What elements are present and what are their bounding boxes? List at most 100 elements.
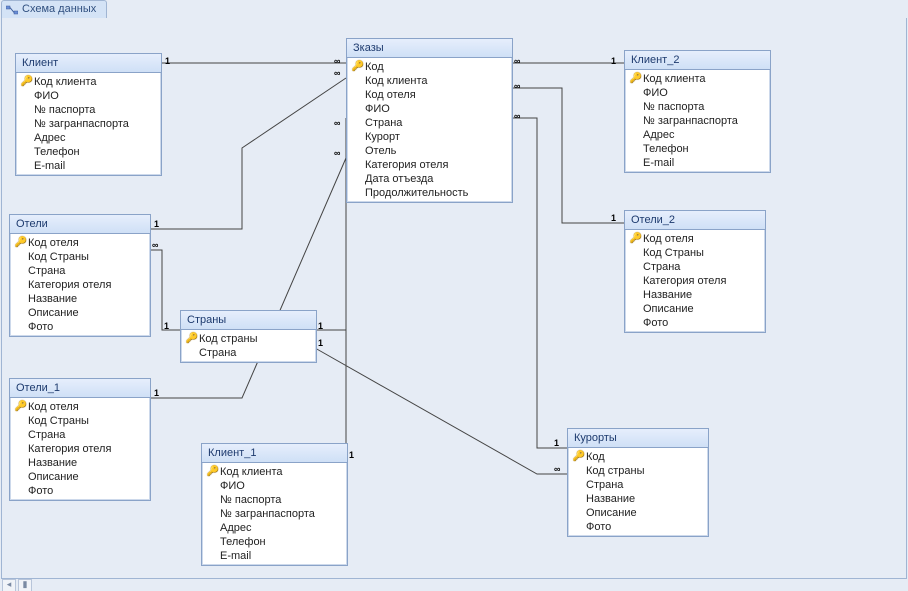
field-row[interactable]: Название — [10, 456, 150, 470]
field-row[interactable]: Адрес — [625, 128, 770, 142]
field-name: Код клиента — [34, 75, 157, 89]
relationships-icon — [6, 4, 18, 16]
field-row[interactable]: Категория отеля — [625, 274, 765, 288]
table-zakazy[interactable]: Зказы 🔑КодКод клиентаКод отеляФИОСтранаКу… — [346, 38, 513, 203]
field-row[interactable]: E-mail — [16, 159, 161, 173]
field-row[interactable]: ФИО — [16, 89, 161, 103]
table-klient2[interactable]: Клиент_2 🔑Код клиентаФИО№ паспорта№ загра… — [624, 50, 771, 173]
field-row[interactable]: Название — [10, 292, 150, 306]
field-row[interactable]: Название — [625, 288, 765, 302]
field-row[interactable]: Категория отеля — [347, 158, 512, 172]
field-row[interactable]: № загранпаспорта — [202, 507, 347, 521]
field-row[interactable]: 🔑Код отеля — [625, 232, 765, 246]
field-name: Фото — [586, 520, 704, 534]
horizontal-scroll-stub: ◂ ▮ — [2, 580, 32, 591]
field-row[interactable]: ФИО — [625, 86, 770, 100]
table-klient[interactable]: Клиент 🔑Код клиентаФИО№ паспорта№ загранп… — [15, 53, 162, 176]
field-row[interactable]: № паспорта — [202, 493, 347, 507]
window-tab[interactable]: Схема данных — [1, 0, 107, 19]
field-row[interactable]: Название — [568, 492, 708, 506]
field-name: Курорт — [365, 130, 508, 144]
field-row[interactable]: 🔑Код клиента — [202, 465, 347, 479]
field-row[interactable]: 🔑Код отеля — [10, 236, 150, 250]
field-row[interactable]: № паспорта — [16, 103, 161, 117]
field-row[interactable]: Фото — [625, 316, 765, 330]
field-row[interactable]: Отель — [347, 144, 512, 158]
field-row[interactable]: Адрес — [16, 131, 161, 145]
field-row[interactable]: 🔑Код клиента — [625, 72, 770, 86]
field-row[interactable]: 🔑Код клиента — [16, 75, 161, 89]
field-row[interactable]: № загранпаспорта — [16, 117, 161, 131]
field-row[interactable]: 🔑Код страны — [181, 332, 316, 346]
field-name: Категория отеля — [28, 278, 146, 292]
field-row[interactable]: Продолжительность — [347, 186, 512, 200]
field-row[interactable]: Курорт — [347, 130, 512, 144]
field-row[interactable]: Страна — [625, 260, 765, 274]
table-klient1[interactable]: Клиент_1 🔑Код клиентаФИО№ паспорта№ загра… — [201, 443, 348, 566]
field-name: № загранпаспорта — [220, 507, 343, 521]
table-oteli2[interactable]: Отели_2 🔑Код отеляКод СтраныСтранаКатегор… — [624, 210, 766, 333]
field-row[interactable]: 🔑Код отеля — [10, 400, 150, 414]
field-row[interactable]: Страна — [181, 346, 316, 360]
field-row[interactable]: Телефон — [625, 142, 770, 156]
table-header[interactable]: Клиент_1 — [202, 444, 347, 463]
field-row[interactable]: Телефон — [16, 145, 161, 159]
field-row[interactable]: Дата отъезда — [347, 172, 512, 186]
table-header[interactable]: Клиент_2 — [625, 51, 770, 70]
field-name: Код клиента — [365, 74, 508, 88]
relationship-cardinality: ∞ — [514, 81, 520, 91]
table-header[interactable]: Курорты — [568, 429, 708, 448]
field-row[interactable]: Страна — [10, 428, 150, 442]
field-name: № паспорта — [34, 103, 157, 117]
table-header[interactable]: Зказы — [347, 39, 512, 58]
field-name: Код клиента — [220, 465, 343, 479]
field-row[interactable]: 🔑Код — [347, 60, 512, 74]
table-header[interactable]: Клиент — [16, 54, 161, 73]
field-row[interactable]: Телефон — [202, 535, 347, 549]
field-row[interactable]: Фото — [568, 520, 708, 534]
table-kurorty[interactable]: Курорты 🔑КодКод страныСтранаНазваниеОписа… — [567, 428, 709, 537]
field-name: E-mail — [220, 549, 343, 563]
field-row[interactable]: ФИО — [202, 479, 347, 493]
primary-key-icon: 🔑 — [572, 450, 586, 464]
field-row[interactable]: E-mail — [202, 549, 347, 563]
field-row[interactable]: Описание — [10, 470, 150, 484]
table-header[interactable]: Отели — [10, 215, 150, 234]
field-row[interactable]: Страна — [347, 116, 512, 130]
diagram-canvas[interactable]: 1∞1∞1∞∞1∞1∞11∞1∞1∞1Клиент🔑Код клиентаФИО… — [1, 18, 907, 579]
table-strany[interactable]: Страны 🔑Код страныСтрана — [180, 310, 317, 363]
field-row[interactable]: Категория отеля — [10, 442, 150, 456]
field-name: Код страны — [199, 332, 312, 346]
field-row[interactable]: Описание — [10, 306, 150, 320]
field-row[interactable]: 🔑Код — [568, 450, 708, 464]
field-row[interactable]: Код клиента — [347, 74, 512, 88]
relationship-cardinality: 1 — [154, 219, 159, 229]
field-row[interactable]: Категория отеля — [10, 278, 150, 292]
table-body: 🔑Код отеляКод СтраныСтранаКатегория отел… — [10, 234, 150, 336]
table-header[interactable]: Отели_1 — [10, 379, 150, 398]
field-row[interactable]: Фото — [10, 320, 150, 334]
field-row[interactable]: Код страны — [568, 464, 708, 478]
field-row[interactable]: Фото — [10, 484, 150, 498]
field-row[interactable]: Код Страны — [10, 250, 150, 264]
field-row[interactable]: Описание — [568, 506, 708, 520]
field-row[interactable]: E-mail — [625, 156, 770, 170]
scroll-left-button[interactable]: ◂ — [2, 579, 16, 591]
table-header[interactable]: Страны — [181, 311, 316, 330]
relationship-cardinality: 1 — [318, 321, 323, 331]
scroll-thumb[interactable]: ▮ — [18, 579, 32, 591]
table-oteli1[interactable]: Отели_1 🔑Код отеляКод СтраныСтранаКатегор… — [9, 378, 151, 501]
field-row[interactable]: Страна — [568, 478, 708, 492]
field-row[interactable]: № загранпаспорта — [625, 114, 770, 128]
table-oteli[interactable]: Отели🔑Код отеляКод СтраныСтранаКатегория… — [9, 214, 151, 337]
field-row[interactable]: Страна — [10, 264, 150, 278]
field-row[interactable]: Код Страны — [625, 246, 765, 260]
field-name: Фото — [28, 484, 146, 498]
field-row[interactable]: Код отеля — [347, 88, 512, 102]
field-row[interactable]: Адрес — [202, 521, 347, 535]
table-header[interactable]: Отели_2 — [625, 211, 765, 230]
field-row[interactable]: ФИО — [347, 102, 512, 116]
field-row[interactable]: Код Страны — [10, 414, 150, 428]
field-row[interactable]: № паспорта — [625, 100, 770, 114]
field-row[interactable]: Описание — [625, 302, 765, 316]
